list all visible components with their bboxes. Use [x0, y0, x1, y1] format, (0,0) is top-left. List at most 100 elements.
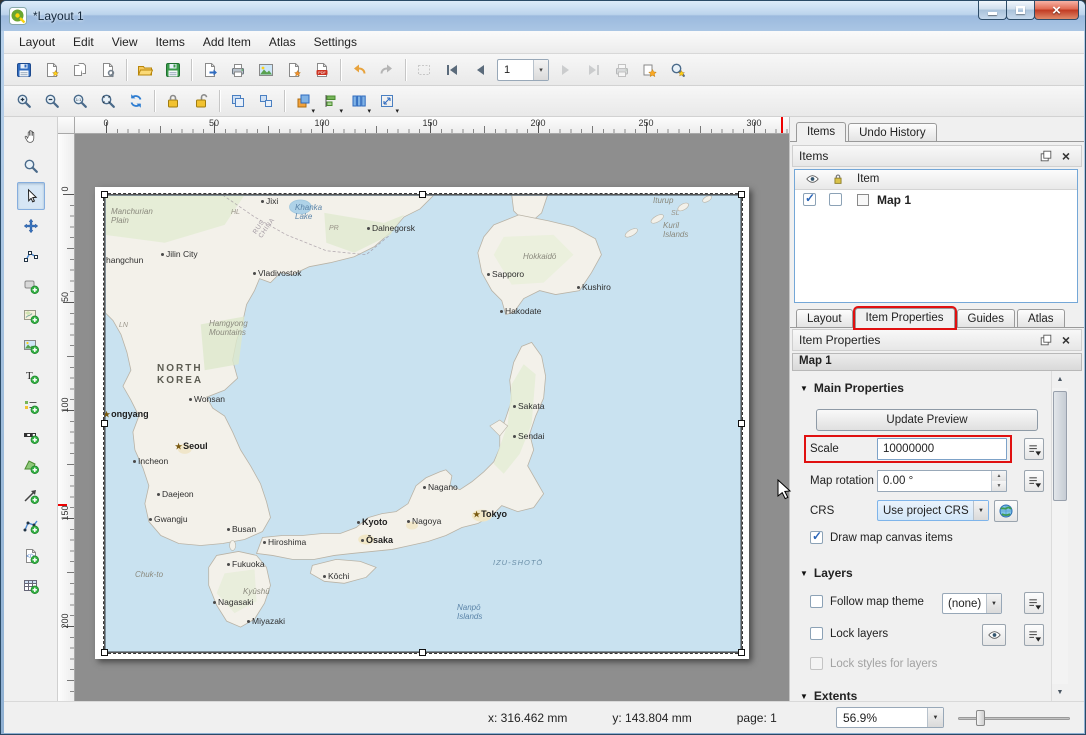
items-row-map1[interactable]: Map 1: [795, 190, 1077, 210]
lock-layers-data-defined-button[interactable]: [1024, 624, 1044, 646]
selection-handle-ne[interactable]: [738, 191, 745, 198]
new-layout-button[interactable]: [39, 57, 65, 83]
close-button[interactable]: [1034, 1, 1079, 20]
lock-checkbox[interactable]: [829, 193, 842, 206]
add-shape-button[interactable]: [17, 272, 45, 300]
follow-map-theme-checkbox[interactable]: [810, 595, 823, 608]
lock-items-button[interactable]: [160, 88, 186, 114]
unlock-items-button[interactable]: [188, 88, 214, 114]
visibility-checkbox[interactable]: [803, 191, 816, 206]
map-theme-combo[interactable]: (none): [942, 593, 1002, 614]
scale-input[interactable]: [877, 438, 1007, 460]
add-attribute-table-button[interactable]: [17, 572, 45, 600]
map-item[interactable]: Jixi Manchurian Plain HL Khanka Lake RUS CHI…: [101, 191, 745, 656]
print-button[interactable]: [225, 57, 251, 83]
minimize-button[interactable]: [978, 1, 1007, 20]
layout-manager-button[interactable]: [95, 57, 121, 83]
atlas-print-button[interactable]: [609, 57, 635, 83]
redo-button[interactable]: [374, 57, 400, 83]
selection-handle-e[interactable]: [738, 419, 745, 427]
spin-up-icon[interactable]: [992, 471, 1006, 481]
zoom-slider[interactable]: [958, 708, 1070, 728]
pan-button[interactable]: [17, 122, 45, 150]
selection-handle-n[interactable]: [419, 191, 426, 198]
duplicate-layout-button[interactable]: [67, 57, 93, 83]
float-panel-icon[interactable]: [1037, 148, 1055, 164]
scrollbar-thumb[interactable]: [1053, 391, 1067, 501]
rotation-data-defined-button[interactable]: [1024, 470, 1044, 492]
add-legend-button[interactable]: [17, 392, 45, 420]
zoom-button[interactable]: [17, 152, 45, 180]
visible-layers-button[interactable]: [982, 624, 1006, 646]
save-template-button[interactable]: [160, 57, 186, 83]
export-svg-button[interactable]: [281, 57, 307, 83]
close-panel-icon[interactable]: [1057, 148, 1075, 164]
atlas-page-combo[interactable]: 1 ▾: [497, 58, 549, 81]
add-node-item-button[interactable]: [17, 512, 45, 540]
tab-layout[interactable]: Layout: [796, 309, 853, 328]
load-template-button[interactable]: [132, 57, 158, 83]
selection-handle-se[interactable]: [738, 649, 745, 656]
export-image-button[interactable]: [253, 57, 279, 83]
add-from-template-button[interactable]: [197, 57, 223, 83]
zoom-level-combo[interactable]: 56.9%: [836, 707, 944, 728]
extents-section-header[interactable]: Extents: [800, 689, 857, 701]
tab-items[interactable]: Items: [796, 122, 847, 142]
export-pdf-button[interactable]: PDF: [309, 57, 335, 83]
zoom-out-button[interactable]: [39, 88, 65, 114]
tab-item-properties[interactable]: Item Properties: [854, 308, 955, 328]
float-panel-icon[interactable]: [1037, 332, 1055, 348]
add-scalebar-button[interactable]: [17, 422, 45, 450]
distribute-items-button[interactable]: [346, 88, 372, 115]
add-html-button[interactable]: </>: [17, 542, 45, 570]
raise-items-button[interactable]: [290, 88, 316, 115]
align-items-button[interactable]: [318, 88, 344, 115]
menu-atlas[interactable]: Atlas: [260, 32, 305, 52]
add-label-button[interactable]: T: [17, 362, 45, 390]
close-panel-icon[interactable]: [1057, 332, 1075, 348]
tab-undo-history[interactable]: Undo History: [848, 123, 937, 142]
atlas-prev-button[interactable]: [467, 57, 493, 83]
menu-layout[interactable]: Layout: [10, 32, 64, 52]
ungroup-items-button[interactable]: [253, 88, 279, 114]
zoom-in-button[interactable]: [11, 88, 37, 114]
update-preview-button[interactable]: Update Preview: [816, 409, 1038, 431]
theme-data-defined-button[interactable]: [1024, 592, 1044, 614]
main-properties-section-header[interactable]: Main Properties: [800, 381, 904, 395]
add-map-button[interactable]: [17, 302, 45, 330]
scroll-up-icon[interactable]: [1052, 371, 1068, 388]
move-item-content-button[interactable]: [17, 212, 45, 240]
atlas-last-button[interactable]: [581, 57, 607, 83]
zoom-actual-button[interactable]: 1:1: [67, 88, 93, 114]
menu-settings[interactable]: Settings: [305, 32, 366, 52]
titlebar[interactable]: *Layout 1: [1, 1, 1085, 31]
zoom-full-button[interactable]: [95, 88, 121, 114]
lock-layers-checkbox[interactable]: [810, 627, 823, 640]
layers-section-header[interactable]: Layers: [800, 566, 853, 580]
crs-select-button[interactable]: [994, 500, 1018, 522]
draw-map-canvas-items-checkbox[interactable]: [810, 529, 823, 544]
undo-button[interactable]: [346, 57, 372, 83]
resize-items-button[interactable]: [374, 88, 400, 115]
selection-handle-s[interactable]: [419, 649, 426, 656]
selection-handle-nw[interactable]: [101, 191, 108, 198]
export-atlas-button[interactable]: [637, 57, 663, 83]
add-arrow-button[interactable]: [17, 482, 45, 510]
spin-down-icon[interactable]: [992, 481, 1006, 491]
selection-handle-w[interactable]: [101, 419, 108, 427]
selection-handle-sw[interactable]: [101, 649, 108, 656]
save-button[interactable]: [11, 57, 37, 83]
select-move-item-button[interactable]: [16, 182, 45, 210]
menu-edit[interactable]: Edit: [64, 32, 103, 52]
atlas-first-button[interactable]: [439, 57, 465, 83]
scale-data-defined-button[interactable]: [1024, 438, 1044, 460]
refresh-view-button[interactable]: [123, 88, 149, 114]
atlas-next-button[interactable]: [553, 57, 579, 83]
add-picture-button[interactable]: [17, 332, 45, 360]
edit-nodes-button[interactable]: [17, 242, 45, 270]
zoom-slider-thumb[interactable]: [976, 709, 985, 726]
menu-add-item[interactable]: Add Item: [194, 32, 260, 52]
tab-atlas[interactable]: Atlas: [1016, 309, 1065, 328]
scroll-down-icon[interactable]: [1052, 684, 1068, 701]
crs-combo[interactable]: Use project CRS: [877, 500, 989, 521]
